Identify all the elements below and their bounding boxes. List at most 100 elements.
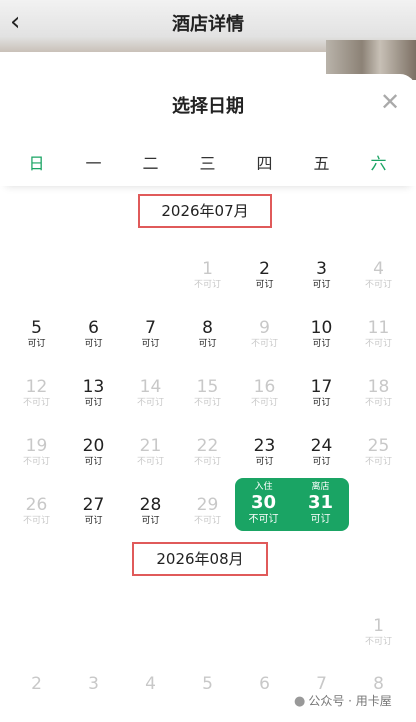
calendar-day[interactable]: 17 可订 xyxy=(293,377,350,423)
day-number: 10 xyxy=(310,318,333,338)
day-number: 6 xyxy=(88,318,99,338)
day-status: 不可订 xyxy=(136,457,164,467)
day-status: 可订 xyxy=(312,457,331,467)
day-status: 不可订 xyxy=(22,398,50,408)
day-status: 不可订 xyxy=(193,280,221,290)
weekday-fri: 五 xyxy=(313,154,330,173)
calendar-day: 3 xyxy=(65,674,122,720)
month-label-august: 2026年08月 xyxy=(132,542,268,576)
day-status: 可订 xyxy=(312,398,331,408)
calendar-day[interactable]: 6 可订 xyxy=(65,318,122,364)
day-status: 可订 xyxy=(312,339,331,349)
day-status: 不可订 xyxy=(364,637,392,647)
close-icon[interactable]: ✕ xyxy=(378,90,402,114)
day-status: 可订 xyxy=(141,516,160,526)
day-number: 27 xyxy=(82,495,105,515)
calendar-day: 1 不可订 xyxy=(350,616,407,662)
day-status: 不可订 xyxy=(364,280,392,290)
day-number: 5 xyxy=(31,318,42,338)
day-number: 5 xyxy=(202,674,213,694)
day-status: 不可订 xyxy=(364,457,392,467)
watermark: ● 公众号 · 用卡屋 xyxy=(294,692,392,709)
day-status: 不可订 xyxy=(22,516,50,526)
calendar-day[interactable]: 3 可订 xyxy=(293,259,350,305)
day-number: 4 xyxy=(145,674,156,694)
calendar-day: 4 xyxy=(122,674,179,720)
calendar-day: 6 xyxy=(236,674,293,720)
picker-title: 选择日期 xyxy=(172,96,244,117)
day-status: 可订 xyxy=(84,398,103,408)
day-number: 17 xyxy=(310,377,333,397)
calendar-day[interactable]: 10 可订 xyxy=(293,318,350,364)
calendar-day: 12 不可订 xyxy=(8,377,65,423)
day-number: 8 xyxy=(202,318,213,338)
calendar-day: 18 不可订 xyxy=(350,377,407,423)
day-number: 2 xyxy=(31,674,42,694)
calendar-day: 26 不可订 xyxy=(8,495,65,541)
calendar-day: 14 不可订 xyxy=(122,377,179,423)
calendar-day[interactable]: 27 可订 xyxy=(65,495,122,541)
weekday-wed: 三 xyxy=(199,154,216,173)
day-status: 不可订 xyxy=(193,398,221,408)
day-number: 13 xyxy=(82,377,105,397)
calendar-day[interactable]: 28 可订 xyxy=(122,495,179,541)
day-number: 26 xyxy=(25,495,48,515)
calendar-day: 1 不可订 xyxy=(179,259,236,305)
day-status: 可订 xyxy=(84,457,103,467)
day-number: 12 xyxy=(25,377,48,397)
day-number: 25 xyxy=(367,436,390,456)
weekday-header: 日 一 二 三 四 五 六 xyxy=(0,136,416,186)
calendar-day: 19 不可订 xyxy=(8,436,65,482)
day-number: 18 xyxy=(367,377,390,397)
day-number: 11 xyxy=(367,318,390,338)
calendar-day: 21 不可订 xyxy=(122,436,179,482)
day-number: 7 xyxy=(316,674,327,694)
day-status: 不可订 xyxy=(193,457,221,467)
calendar-day[interactable]: 24 可订 xyxy=(293,436,350,482)
day-number: 19 xyxy=(25,436,48,456)
calendar-day: 25 不可订 xyxy=(350,436,407,482)
day-status: 不可订 xyxy=(248,514,279,525)
calendar-day: 4 不可订 xyxy=(350,259,407,305)
day-number: 6 xyxy=(259,674,270,694)
calendar-day[interactable]: 5 可订 xyxy=(8,318,65,364)
day-status: 可订 xyxy=(198,339,217,349)
day-status: 不可订 xyxy=(193,516,221,526)
weekday-sun: 日 xyxy=(28,154,45,173)
day-status: 可订 xyxy=(255,280,274,290)
day-status: 可订 xyxy=(310,514,331,525)
calendar-day[interactable]: 8 可订 xyxy=(179,318,236,364)
day-number: 3 xyxy=(316,259,327,279)
calendar-day: 22 不可订 xyxy=(179,436,236,482)
day-number: 1 xyxy=(373,616,384,636)
calendar-day[interactable]: 23 可订 xyxy=(236,436,293,482)
day-number: 20 xyxy=(82,436,105,456)
day-status: 可订 xyxy=(312,280,331,290)
calendar-day[interactable]: 2 可订 xyxy=(236,259,293,305)
day-number: 8 xyxy=(373,674,384,694)
day-status: 可订 xyxy=(84,339,103,349)
calendar-day: 2 xyxy=(8,674,65,720)
calendar-day: 11 不可订 xyxy=(350,318,407,364)
checkin-day[interactable]: 入住 30 不可订 xyxy=(235,478,292,526)
weekday-sat: 六 xyxy=(370,154,387,173)
day-number: 4 xyxy=(373,259,384,279)
day-status: 不可订 xyxy=(364,339,392,349)
day-number: 15 xyxy=(196,377,219,397)
day-status: 可订 xyxy=(141,339,160,349)
watermark-text: 公众号 · 用卡屋 xyxy=(308,694,392,708)
selected-range[interactable]: 入住 30 不可订 离店 31 可订 xyxy=(235,478,349,531)
calendar-day[interactable]: 7 可订 xyxy=(122,318,179,364)
day-number: 30 xyxy=(250,492,277,513)
day-number: 7 xyxy=(145,318,156,338)
calendar-day: 29 不可订 xyxy=(179,495,236,541)
calendar-day[interactable]: 20 可订 xyxy=(65,436,122,482)
day-number: 1 xyxy=(202,259,213,279)
weekday-thu: 四 xyxy=(256,154,273,173)
calendar-day: 15 不可订 xyxy=(179,377,236,423)
day-number: 2 xyxy=(259,259,270,279)
calendar-day[interactable]: 13 可订 xyxy=(65,377,122,423)
day-status: 不可订 xyxy=(250,398,278,408)
checkout-day[interactable]: 离店 31 可订 xyxy=(292,478,349,526)
calendar-day: 16 不可订 xyxy=(236,377,293,423)
